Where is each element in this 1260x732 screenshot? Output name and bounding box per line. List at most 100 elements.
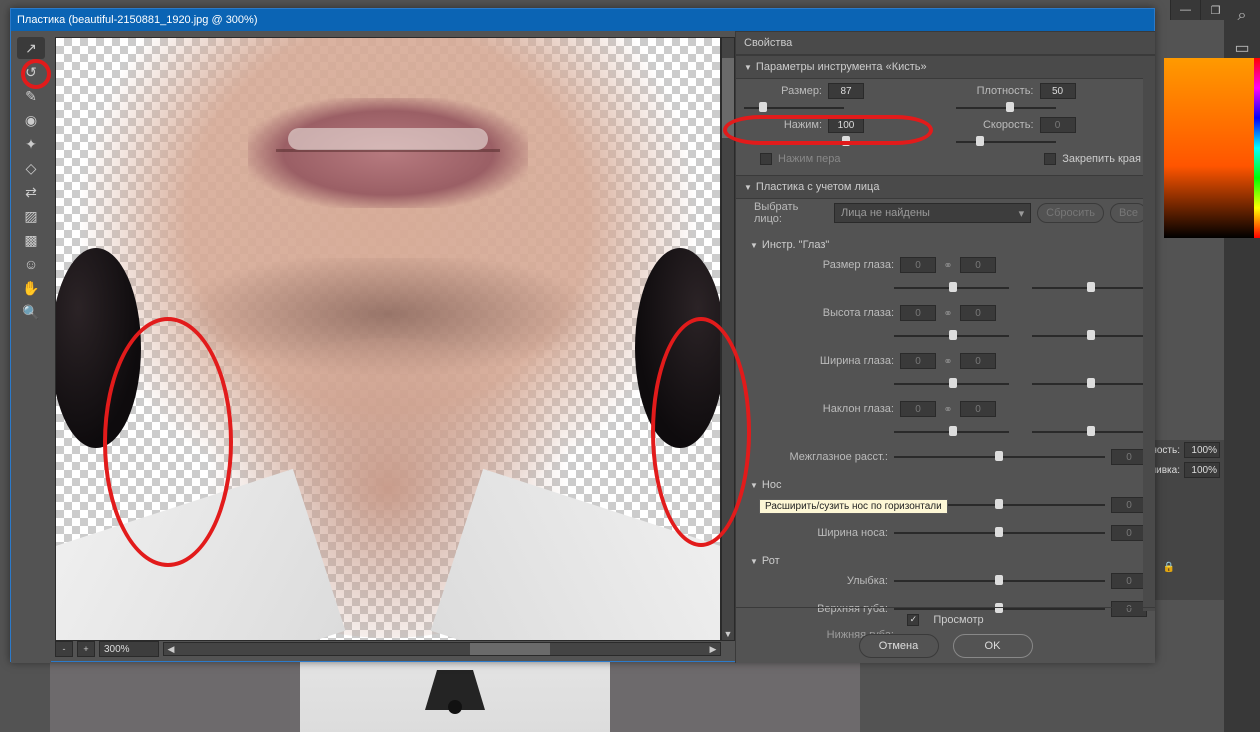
nose-width-slider xyxy=(894,528,1105,538)
eye-tilt-right-input xyxy=(960,401,996,417)
rate-label: Скорость: xyxy=(956,119,1034,131)
reconstruct-tool[interactable]: ↺ xyxy=(17,61,45,83)
eye-size-left-slider xyxy=(894,283,1009,293)
size-input[interactable] xyxy=(828,83,864,99)
opacity-input[interactable] xyxy=(1184,442,1220,458)
face-aware-section[interactable]: ▼Пластика с учетом лица xyxy=(736,175,1155,199)
liquify-toolbar: ↗ ↺ ✎ ◉ ✦ ◇ ⇄ ▨ ▩ ☺ ✋ 🔍 xyxy=(11,31,51,663)
nose-section[interactable]: ▼Нос xyxy=(736,475,1155,495)
dialog-title: Пластика (beautiful-2150881_1920.jpg @ 3… xyxy=(17,14,258,26)
smile-label: Улыбка: xyxy=(744,575,888,587)
window-minimize-button[interactable]: — xyxy=(1170,0,1200,20)
smooth-tool[interactable]: ✎ xyxy=(17,85,45,107)
thaw-mask-tool[interactable]: ▩ xyxy=(17,229,45,251)
eye-distance-label: Межглазное расст.: xyxy=(744,451,888,463)
hue-strip[interactable] xyxy=(1254,58,1260,238)
lock-icon: 🔒 xyxy=(1163,562,1175,573)
smile-slider xyxy=(894,576,1105,586)
density-input[interactable] xyxy=(1040,83,1076,99)
pin-edges-label: Закрепить края xyxy=(1062,153,1141,165)
color-picker-panel[interactable] xyxy=(1164,58,1254,238)
size-slider[interactable] xyxy=(744,103,844,113)
triangle-down-icon: ▼ xyxy=(750,241,758,250)
eye-distance-input xyxy=(1111,449,1147,465)
eye-tilt-left-input xyxy=(900,401,936,417)
pressure-slider[interactable] xyxy=(744,137,844,147)
pressure-input[interactable] xyxy=(828,117,864,133)
eye-width-left-input xyxy=(900,353,936,369)
hand-tool[interactable]: ✋ xyxy=(17,277,45,299)
properties-panel: Свойства ▼Параметры инструмента «Кисть» … xyxy=(735,31,1155,663)
eye-width-right-slider xyxy=(1032,379,1147,389)
preview-label: Просмотр xyxy=(933,614,983,626)
image-preview xyxy=(56,38,720,640)
push-left-tool[interactable]: ⇄ xyxy=(17,181,45,203)
eye-size-right-slider xyxy=(1032,283,1147,293)
eye-width-label: Ширина глаза: xyxy=(744,355,894,367)
density-slider[interactable] xyxy=(956,103,1056,113)
freeze-mask-tool[interactable]: ▨ xyxy=(17,205,45,227)
eye-size-label: Размер глаза: xyxy=(744,259,894,271)
eye-height-label: Высота глаза: xyxy=(744,307,894,319)
document-below-dialog xyxy=(50,660,860,732)
select-face-dropdown[interactable]: Лица не найдены▾ xyxy=(834,203,1031,223)
zoom-tool[interactable]: 🔍 xyxy=(17,301,45,323)
canvas-vertical-scrollbar[interactable]: ▼ xyxy=(721,37,735,641)
eye-height-right-input xyxy=(960,305,996,321)
pucker-tool[interactable]: ✦ xyxy=(17,133,45,155)
liquify-dialog: Пластика (beautiful-2150881_1920.jpg @ 3… xyxy=(10,8,1155,662)
pen-pressure-checkbox xyxy=(760,153,772,165)
properties-scrollbar[interactable] xyxy=(1143,71,1155,611)
tooltip: Расширить/сузить нос по горизонтали xyxy=(759,499,948,514)
pen-pressure-label: Нажим пера xyxy=(778,153,841,165)
zoom-in-button[interactable]: + xyxy=(77,641,95,657)
link-icon[interactable]: ⚭ xyxy=(942,308,954,318)
zoom-out-button[interactable]: - xyxy=(55,641,73,657)
search-icon[interactable]: ⌕ xyxy=(1224,0,1260,32)
eye-tilt-label: Наклон глаза: xyxy=(744,403,894,415)
eye-width-right-input xyxy=(960,353,996,369)
pin-edges-checkbox[interactable] xyxy=(1044,153,1056,165)
canvas-horizontal-scrollbar[interactable]: ◀▶ xyxy=(163,642,721,656)
select-face-label: Выбрать лицо: xyxy=(744,201,828,225)
triangle-down-icon: ▼ xyxy=(750,557,758,566)
all-button: Все xyxy=(1110,203,1147,223)
properties-header: Свойства xyxy=(736,31,1155,55)
brush-options-section[interactable]: ▼Параметры инструмента «Кисть» xyxy=(736,55,1155,79)
eye-height-left-slider xyxy=(894,331,1009,341)
eye-height-left-input xyxy=(900,305,936,321)
eye-size-left-input xyxy=(900,257,936,273)
eyes-section[interactable]: ▼Инстр. "Глаз" xyxy=(736,235,1155,255)
density-label: Плотность: xyxy=(956,85,1034,97)
twirl-tool[interactable]: ◉ xyxy=(17,109,45,131)
eye-size-right-input xyxy=(960,257,996,273)
face-tool[interactable]: ☺ xyxy=(17,253,45,275)
eye-distance-slider xyxy=(894,452,1105,462)
canvas-footer: - + ◀▶ xyxy=(55,639,721,659)
eye-tilt-right-slider xyxy=(1032,427,1147,437)
link-icon[interactable]: ⚭ xyxy=(942,260,954,270)
eye-width-left-slider xyxy=(894,379,1009,389)
mouth-section[interactable]: ▼Рот xyxy=(736,551,1155,571)
preview-checkbox[interactable]: ✓ xyxy=(907,614,919,626)
size-label: Размер: xyxy=(744,85,822,97)
forward-warp-tool[interactable]: ↗ xyxy=(17,37,45,59)
cancel-button[interactable]: Отмена xyxy=(859,634,939,658)
rate-slider xyxy=(956,137,1056,147)
fill-input[interactable] xyxy=(1184,462,1220,478)
liquify-canvas[interactable] xyxy=(55,37,721,641)
triangle-down-icon: ▼ xyxy=(744,183,752,192)
dialog-footer: ✓ Просмотр Отмена OK xyxy=(736,607,1155,663)
triangle-down-icon: ▼ xyxy=(750,481,758,490)
link-icon[interactable]: ⚭ xyxy=(942,356,954,366)
reset-button: Сбросить xyxy=(1037,203,1104,223)
ok-button[interactable]: OK xyxy=(953,634,1033,658)
bloat-tool[interactable]: ◇ xyxy=(17,157,45,179)
link-icon[interactable]: ⚭ xyxy=(942,404,954,414)
chevron-down-icon: ▾ xyxy=(1019,207,1025,220)
nose-height-input xyxy=(1111,497,1147,513)
zoom-input[interactable] xyxy=(99,641,159,657)
triangle-down-icon: ▼ xyxy=(744,63,752,72)
eye-height-right-slider xyxy=(1032,331,1147,341)
dialog-titlebar[interactable]: Пластика (beautiful-2150881_1920.jpg @ 3… xyxy=(11,9,1154,31)
